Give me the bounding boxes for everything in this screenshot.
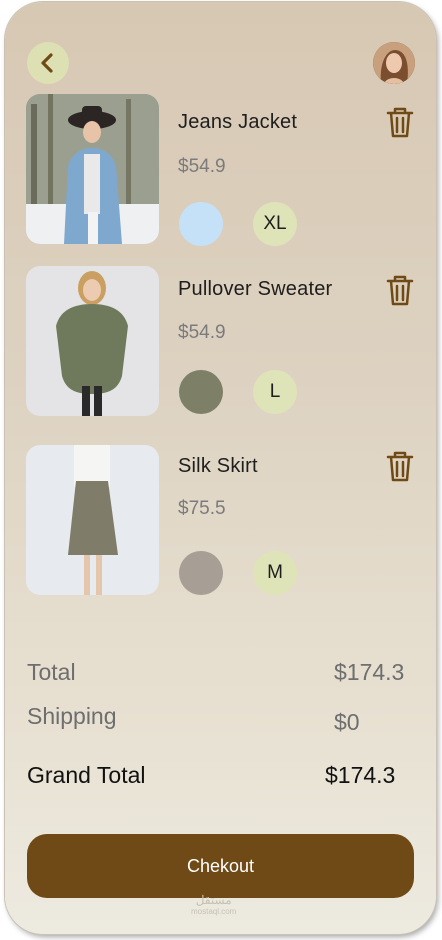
product-price: $54.9: [178, 322, 226, 343]
total-value: $174.3: [334, 659, 405, 685]
avatar[interactable]: [373, 42, 415, 84]
color-swatch[interactable]: [179, 551, 223, 595]
size-badge[interactable]: M: [253, 551, 297, 595]
phone-frame: Jeans Jacket $54.9 XL Pullover Sweater $…: [5, 2, 436, 934]
watermark-url: mostaql.com: [191, 907, 237, 916]
shipping-label: Shipping: [27, 703, 117, 729]
color-swatch[interactable]: [179, 202, 223, 246]
product-image: [26, 94, 159, 244]
cart-item: Pullover Sweater $54.9 L: [5, 266, 436, 418]
chevron-left-icon: [41, 53, 53, 73]
back-button[interactable]: [27, 42, 69, 84]
size-badge[interactable]: XL: [253, 202, 297, 246]
grand-total-label: Grand Total: [27, 762, 146, 788]
product-price: $75.5: [178, 498, 226, 519]
product-name: Pullover Sweater: [178, 278, 333, 300]
shipping-value: $0: [334, 709, 360, 735]
watermark: مستقل mostaql.com: [191, 894, 236, 918]
cart-item: Jeans Jacket $54.9 XL: [5, 94, 436, 246]
product-image: [26, 266, 159, 416]
total-label: Total: [27, 659, 76, 685]
size-badge[interactable]: L: [253, 370, 297, 414]
trash-icon[interactable]: [383, 449, 417, 483]
trash-icon[interactable]: [383, 273, 417, 307]
product-name: Jeans Jacket: [178, 111, 298, 133]
checkout-button[interactable]: Chekout: [27, 834, 414, 898]
cart-item: Silk Skirt $75.5 M: [5, 445, 436, 597]
product-price: $54.9: [178, 156, 226, 177]
grand-total-value: $174.3: [325, 762, 396, 788]
trash-icon[interactable]: [383, 105, 417, 139]
color-swatch[interactable]: [179, 370, 223, 414]
watermark-logo: مستقل: [195, 893, 232, 907]
product-name: Silk Skirt: [178, 455, 258, 477]
avatar-image: [373, 42, 415, 84]
product-image: [26, 445, 159, 595]
